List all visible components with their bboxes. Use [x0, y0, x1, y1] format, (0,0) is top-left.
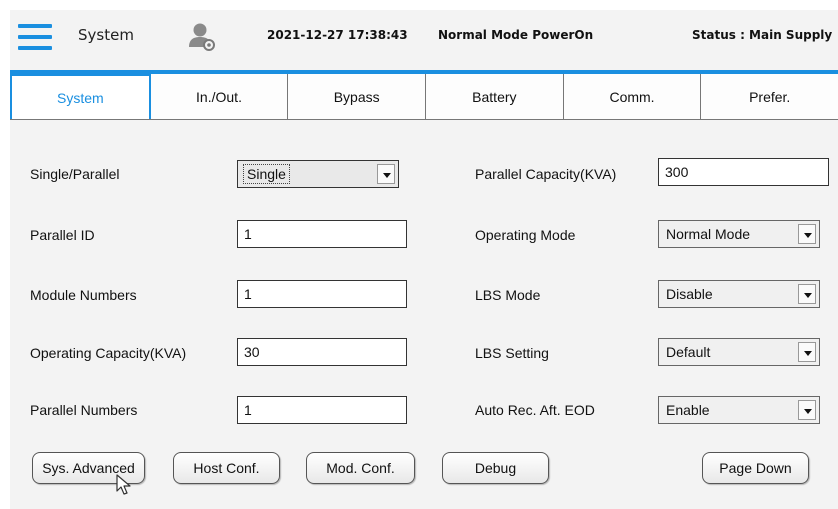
- header-supply-status: Status : Main Supply: [692, 28, 833, 42]
- tab-bar: System In./Out. Bypass Battery Comm. Pre…: [10, 74, 838, 120]
- parallel-capacity-label: Parallel Capacity(KVA): [475, 166, 617, 182]
- operating-capacity-field[interactable]: 30: [237, 338, 407, 366]
- chevron-down-icon[interactable]: [798, 224, 816, 244]
- module-numbers-field[interactable]: 1: [237, 280, 407, 308]
- user-settings-icon[interactable]: [188, 22, 216, 52]
- lbs-setting-label: LBS Setting: [475, 345, 549, 361]
- parallel-id-field[interactable]: 1: [237, 220, 407, 248]
- chevron-down-icon[interactable]: [798, 284, 816, 304]
- single-parallel-label: Single/Parallel: [30, 166, 120, 182]
- tab-in-out[interactable]: In./Out.: [150, 74, 289, 119]
- chevron-down-icon[interactable]: [798, 400, 816, 420]
- header-title: System: [78, 26, 134, 44]
- parallel-capacity-field[interactable]: 300: [658, 158, 829, 186]
- header-mode-status: Normal Mode PowerOn: [438, 28, 594, 42]
- operating-mode-label: Operating Mode: [475, 227, 576, 243]
- operating-capacity-label: Operating Capacity(KVA): [30, 345, 187, 361]
- operating-mode-value: Normal Mode: [666, 226, 751, 242]
- parallel-numbers-label: Parallel Numbers: [30, 402, 138, 418]
- single-parallel-select[interactable]: Single: [237, 160, 399, 188]
- single-parallel-value: Single: [243, 164, 290, 184]
- module-numbers-label: Module Numbers: [30, 287, 137, 303]
- mod-conf-button[interactable]: Mod. Conf.: [306, 452, 415, 484]
- operating-mode-select[interactable]: Normal Mode: [658, 220, 820, 248]
- lbs-setting-select[interactable]: Default: [658, 338, 820, 366]
- lbs-setting-value: Default: [666, 344, 711, 360]
- debug-button[interactable]: Debug: [442, 452, 549, 484]
- auto-rec-value: Enable: [666, 402, 710, 418]
- hamburger-menu-icon[interactable]: [18, 24, 52, 50]
- tab-bypass[interactable]: Bypass: [288, 74, 427, 119]
- header-datetime: 2021-12-27 17:38:43: [267, 28, 408, 42]
- lbs-mode-value: Disable: [666, 286, 713, 302]
- host-conf-button[interactable]: Host Conf.: [173, 452, 280, 484]
- tab-comm[interactable]: Comm.: [563, 74, 702, 119]
- chevron-down-icon[interactable]: [377, 164, 395, 184]
- parallel-id-label: Parallel ID: [30, 227, 95, 243]
- mouse-pointer-icon: [115, 474, 135, 496]
- tab-system[interactable]: System: [10, 74, 151, 119]
- tab-battery[interactable]: Battery: [426, 74, 564, 119]
- tab-prefer[interactable]: Prefer.: [701, 74, 838, 119]
- auto-rec-label: Auto Rec. Aft. EOD: [475, 402, 595, 418]
- auto-rec-select[interactable]: Enable: [658, 396, 820, 424]
- page-down-button[interactable]: Page Down: [702, 452, 809, 484]
- parallel-numbers-field[interactable]: 1: [237, 396, 407, 424]
- chevron-down-icon[interactable]: [798, 342, 816, 362]
- lbs-mode-select[interactable]: Disable: [658, 280, 820, 308]
- lbs-mode-label: LBS Mode: [475, 287, 541, 303]
